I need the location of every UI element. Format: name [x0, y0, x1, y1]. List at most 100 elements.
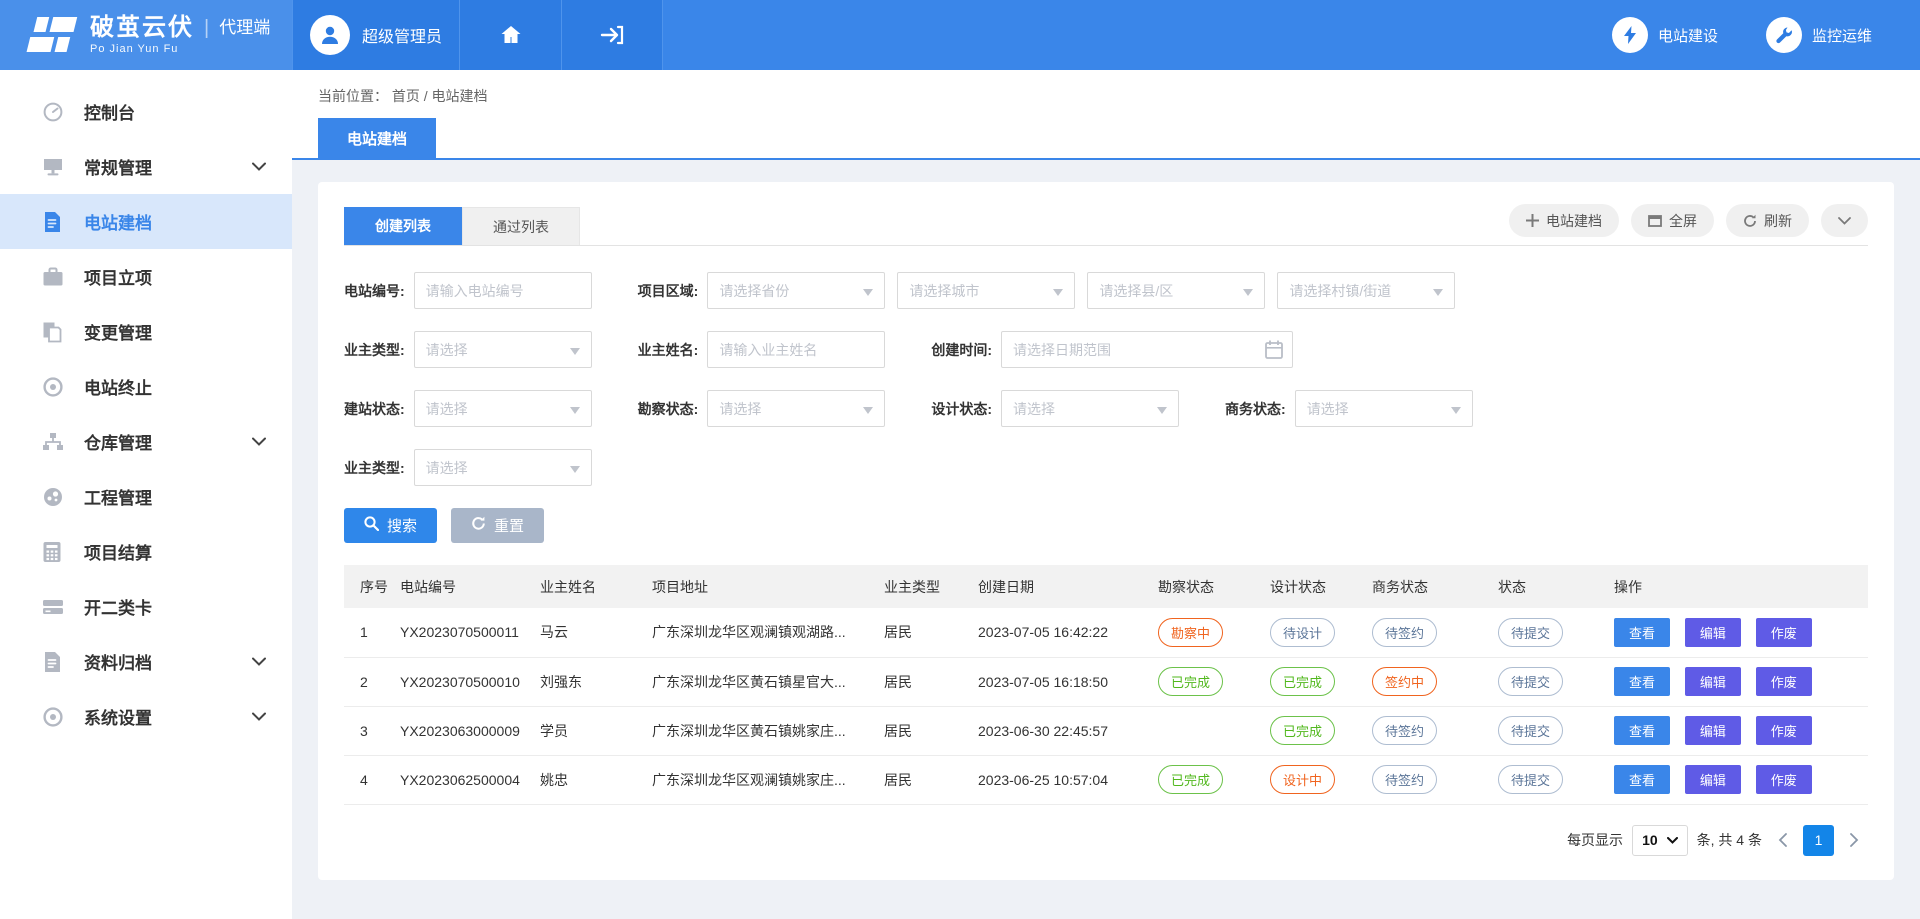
- design-status-badge: 设计中: [1270, 765, 1335, 794]
- date-range-picker[interactable]: [1001, 331, 1293, 368]
- edit-button[interactable]: 编辑: [1685, 618, 1741, 647]
- void-button[interactable]: 作废: [1756, 716, 1812, 745]
- user-menu[interactable]: 超级管理员: [292, 0, 460, 70]
- target-icon: [42, 375, 66, 399]
- city-select[interactable]: 请选择城市: [897, 272, 1075, 309]
- design-status-select[interactable]: 请选择: [1001, 390, 1179, 427]
- chevron-down-icon: [252, 158, 266, 176]
- col-header: 操作: [1610, 565, 1868, 608]
- tab-create-list[interactable]: 创建列表: [344, 207, 462, 245]
- survey-status-select[interactable]: 请选择: [707, 390, 885, 427]
- nav-label: 电站建设: [1658, 25, 1718, 46]
- view-button[interactable]: 查看: [1614, 765, 1670, 794]
- view-button[interactable]: 查看: [1614, 618, 1670, 647]
- cell-code: YX2023063000009: [396, 706, 536, 755]
- void-button[interactable]: 作废: [1756, 765, 1812, 794]
- cell-code: YX2023062500004: [396, 755, 536, 804]
- sidebar-item-station-termination[interactable]: 电站终止: [0, 359, 292, 414]
- sidebar-item-dashboard[interactable]: 控制台: [0, 84, 292, 139]
- cell-created: 2023-07-05 16:18:50: [974, 657, 1154, 706]
- avatar: [310, 15, 350, 55]
- reset-button[interactable]: 重置: [451, 508, 544, 543]
- next-page-button[interactable]: [1843, 833, 1866, 847]
- sidebar-item-project-settlement[interactable]: 项目结算: [0, 524, 292, 579]
- sidebar-item-open-class2-card[interactable]: 开二类卡: [0, 579, 292, 634]
- cell-created: 2023-06-25 10:57:04: [974, 755, 1154, 804]
- col-header: 电站编号: [396, 565, 536, 608]
- sidebar-item-project-initiation[interactable]: 项目立项: [0, 249, 292, 304]
- fullscreen-icon: [1648, 215, 1662, 227]
- sidebar-item-system-settings[interactable]: 系统设置: [0, 689, 292, 744]
- cell-address: 广东深圳龙华区黄石镇星官大...: [648, 657, 880, 706]
- logout-button[interactable]: [562, 0, 663, 70]
- col-header: 业主类型: [880, 565, 974, 608]
- col-header: 项目地址: [648, 565, 880, 608]
- view-button[interactable]: 查看: [1614, 667, 1670, 696]
- owner-name-input[interactable]: [719, 342, 873, 358]
- sidebar: 控制台 常规管理 电站建档 项目立项: [0, 70, 292, 919]
- home-button[interactable]: [460, 0, 562, 70]
- page-tab-station-filing[interactable]: 电站建档: [318, 118, 436, 158]
- province-select[interactable]: 请选择省份: [707, 272, 885, 309]
- refresh-button[interactable]: 刷新: [1726, 204, 1809, 237]
- void-button[interactable]: 作废: [1756, 618, 1812, 647]
- station-code-input[interactable]: [426, 283, 580, 299]
- main-area: 当前位置： 首页 / 电站建档 电站建档 创建列表 通过列表 电站建档: [292, 70, 1920, 919]
- station-table: 序号 电站编号 业主姓名 项目地址 业主类型 创建日期 勘察状态 设计状态 商务…: [344, 565, 1868, 805]
- sidebar-item-change-management[interactable]: 变更管理: [0, 304, 292, 359]
- tab-passed-list[interactable]: 通过列表: [462, 207, 580, 245]
- edit-button[interactable]: 编辑: [1685, 716, 1741, 745]
- station-filing-card: 创建列表 通过列表 电站建档 全屏 刷新: [318, 182, 1894, 880]
- date-range-input[interactable]: [1013, 342, 1258, 358]
- sidebar-item-general-management[interactable]: 常规管理: [0, 139, 292, 194]
- calculator-icon: [42, 540, 66, 564]
- nav-monitoring-ops[interactable]: 监控运维: [1766, 17, 1872, 53]
- owner-type2-select[interactable]: 请选择: [414, 449, 592, 486]
- page-number-button[interactable]: 1: [1803, 825, 1834, 856]
- cell-created: 2023-07-05 16:42:22: [974, 608, 1154, 657]
- per-page-select[interactable]: 10: [1632, 825, 1688, 856]
- village-select[interactable]: 请选择村镇/街道: [1277, 272, 1455, 309]
- cell-owner: 学员: [536, 706, 648, 755]
- owner-type-select[interactable]: 请选择: [414, 331, 592, 368]
- calendar-icon: [1265, 340, 1283, 362]
- edit-button[interactable]: 编辑: [1685, 667, 1741, 696]
- archive-document-icon: [42, 650, 66, 674]
- fullscreen-button[interactable]: 全屏: [1631, 204, 1714, 237]
- create-station-button[interactable]: 电站建档: [1509, 204, 1619, 237]
- sidebar-item-label: 开二类卡: [84, 594, 152, 619]
- settings-icon: [42, 705, 66, 729]
- search-button[interactable]: 搜索: [344, 508, 437, 543]
- breadcrumb-prefix: 当前位置：: [318, 88, 388, 104]
- chevron-down-icon: [252, 653, 266, 671]
- collapse-toolbar-button[interactable]: [1821, 204, 1868, 237]
- sidebar-item-engineering-management[interactable]: 工程管理: [0, 469, 292, 524]
- view-button[interactable]: 查看: [1614, 716, 1670, 745]
- prev-page-button[interactable]: [1771, 833, 1794, 847]
- breadcrumb-path[interactable]: 首页 / 电站建档: [392, 88, 488, 104]
- build-status-select[interactable]: 请选择: [414, 390, 592, 427]
- col-header: 业主姓名: [536, 565, 648, 608]
- brand-name: 破茧云伏: [90, 15, 194, 41]
- app-header: 破茧云伏 | 代理端 Po Jian Yun Fu 超级管理员: [0, 0, 1920, 70]
- design-status-badge: 已完成: [1270, 716, 1335, 745]
- business-status-label: 商务状态:: [1225, 399, 1286, 419]
- owner-name-label: 业主姓名:: [638, 340, 699, 360]
- caret-down-icon: [570, 401, 580, 417]
- cell-code: YX2023070500010: [396, 657, 536, 706]
- cell-owner: 马云: [536, 608, 648, 657]
- sidebar-item-station-filing[interactable]: 电站建档: [0, 194, 292, 249]
- county-select[interactable]: 请选择县/区: [1087, 272, 1265, 309]
- edit-button[interactable]: 编辑: [1685, 765, 1741, 794]
- void-button[interactable]: 作废: [1756, 667, 1812, 696]
- sidebar-item-data-archive[interactable]: 资料归档: [0, 634, 292, 689]
- nav-station-construction[interactable]: 电站建设: [1612, 17, 1718, 53]
- business-status-select[interactable]: 请选择: [1295, 390, 1473, 427]
- survey-status-badge: 已完成: [1158, 765, 1223, 794]
- survey-status-badge: 勘察中: [1158, 618, 1223, 647]
- copy-icon: [42, 320, 66, 344]
- card-icon: [42, 595, 66, 619]
- design-status-badge: 待设计: [1270, 618, 1335, 647]
- brand-logo-block: 破茧云伏 | 代理端 Po Jian Yun Fu: [0, 0, 292, 70]
- sidebar-item-warehouse-management[interactable]: 仓库管理: [0, 414, 292, 469]
